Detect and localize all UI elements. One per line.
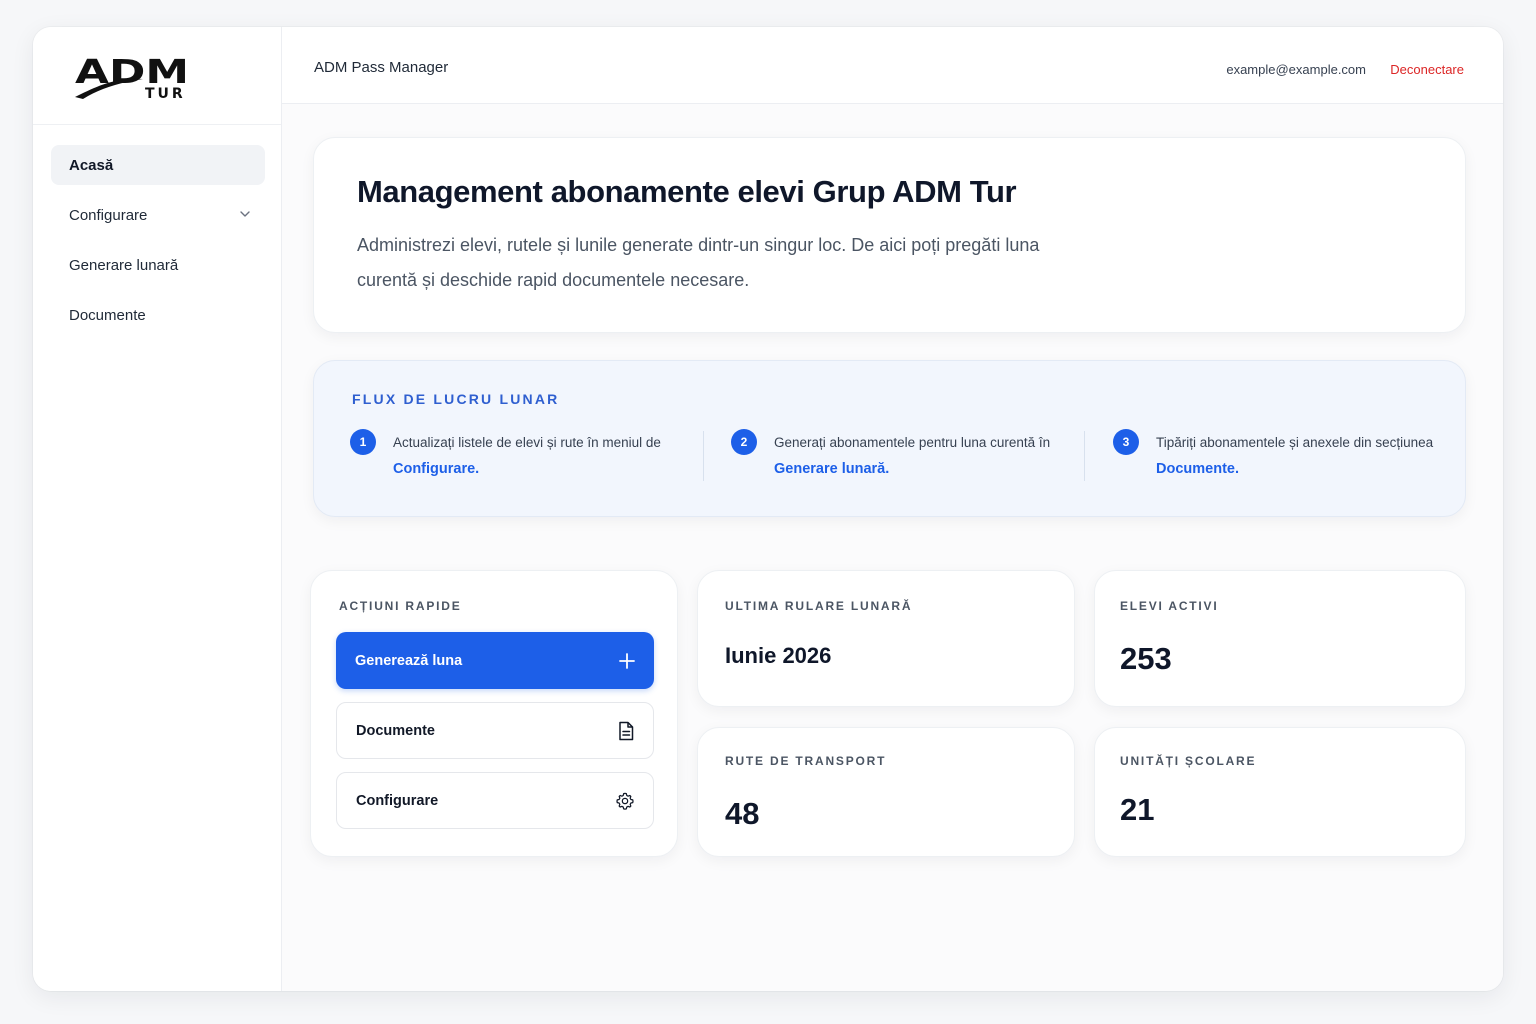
stat-value: Iunie 2026	[725, 643, 832, 668]
quick-actions-card: ACȚIUNI RAPIDE Generează luna Documente	[310, 570, 678, 857]
stat-card-last-run: ULTIMA RULARE LUNARĂ Iunie 2026	[697, 570, 1075, 707]
sidebar: ADM TUR Acasă Configurare Generare lunar…	[33, 27, 282, 991]
logo-area: ADM TUR	[33, 27, 281, 125]
step-text: Actualizați listele de elevi și rute în …	[393, 435, 661, 450]
sidebar-item-configurare[interactable]: Configurare	[51, 195, 265, 235]
generate-month-button[interactable]: Generează luna	[336, 632, 654, 689]
step-text: Tipăriți abonamentele și anexele din sec…	[1156, 435, 1434, 450]
main-content: Management abonamente elevi Grup ADM Tur…	[282, 104, 1503, 991]
stat-label: ELEVI ACTIVI	[1120, 599, 1219, 613]
stat-label: UNITĂȚI ȘCOLARE	[1120, 754, 1257, 768]
step-text: Generați abonamentele pentru luna curent…	[774, 435, 1051, 450]
quick-actions-title: ACȚIUNI RAPIDE	[339, 599, 462, 613]
step-number-badge: 2	[731, 429, 757, 455]
sidebar-item-label: Configurare	[69, 206, 148, 224]
sidebar-item-label: Documente	[69, 306, 146, 324]
step-link-configurare[interactable]: Configurare.	[393, 461, 479, 477]
stat-card-routes: RUTE DE TRANSPORT 48	[697, 727, 1075, 857]
sidebar-item-label: Generare lunară	[69, 256, 179, 274]
page-title: Management abonamente elevi Grup ADM Tur	[357, 174, 1017, 209]
stat-card-active-students: ELEVI ACTIVI 253	[1094, 570, 1466, 707]
stat-value: 21	[1120, 792, 1155, 827]
chevron-down-icon	[240, 211, 250, 217]
stat-value: 48	[725, 796, 760, 831]
sidebar-nav: Acasă Configurare Generare lunară Docume…	[33, 125, 281, 335]
sidebar-item-documente[interactable]: Documente	[51, 295, 265, 335]
button-label: Generează luna	[355, 652, 463, 669]
workflow-card: FLUX DE LUCRU LUNAR 1 Actualizați listel…	[313, 360, 1466, 517]
stat-card-schools: UNITĂȚI ȘCOLARE 21	[1094, 727, 1466, 857]
step-link-generare-lunara[interactable]: Generare lunară.	[774, 461, 889, 477]
plus-icon	[618, 652, 636, 670]
document-icon	[617, 721, 635, 741]
stat-label: RUTE DE TRANSPORT	[725, 754, 887, 768]
configuration-button[interactable]: Configurare	[336, 772, 654, 829]
button-label: Configurare	[356, 792, 439, 809]
step-link-documente[interactable]: Documente.	[1156, 461, 1239, 477]
button-label: Documente	[356, 722, 435, 739]
stat-value: 253	[1120, 641, 1172, 676]
top-header: ADM Pass Manager example@example.com Dec…	[282, 27, 1503, 104]
app-window: ADM TUR Acasă Configurare Generare lunar…	[33, 27, 1503, 991]
stat-label: ULTIMA RULARE LUNARĂ	[725, 599, 913, 613]
hero-card: Management abonamente elevi Grup ADM Tur…	[313, 137, 1466, 333]
step-divider	[1084, 431, 1085, 481]
sidebar-item-acasa[interactable]: Acasă	[51, 145, 265, 185]
documents-button[interactable]: Documente	[336, 702, 654, 759]
adm-tur-logo[interactable]: ADM TUR	[73, 55, 193, 101]
logout-link[interactable]: Deconectare	[1390, 62, 1464, 77]
logo-sub-text: TUR	[145, 86, 186, 101]
step-number-badge: 3	[1113, 429, 1139, 455]
sidebar-item-generare-lunara[interactable]: Generare lunară	[51, 245, 265, 285]
gear-icon	[615, 791, 635, 811]
workflow-title: FLUX DE LUCRU LUNAR	[352, 391, 560, 407]
hero-description: Administrezi elevi, rutele și lunile gen…	[357, 235, 1040, 290]
step-number-badge: 1	[350, 429, 376, 455]
app-title: ADM Pass Manager	[314, 59, 449, 76]
user-email: example@example.com	[1226, 62, 1366, 77]
step-divider	[703, 431, 704, 481]
sidebar-item-label: Acasă	[69, 156, 114, 174]
